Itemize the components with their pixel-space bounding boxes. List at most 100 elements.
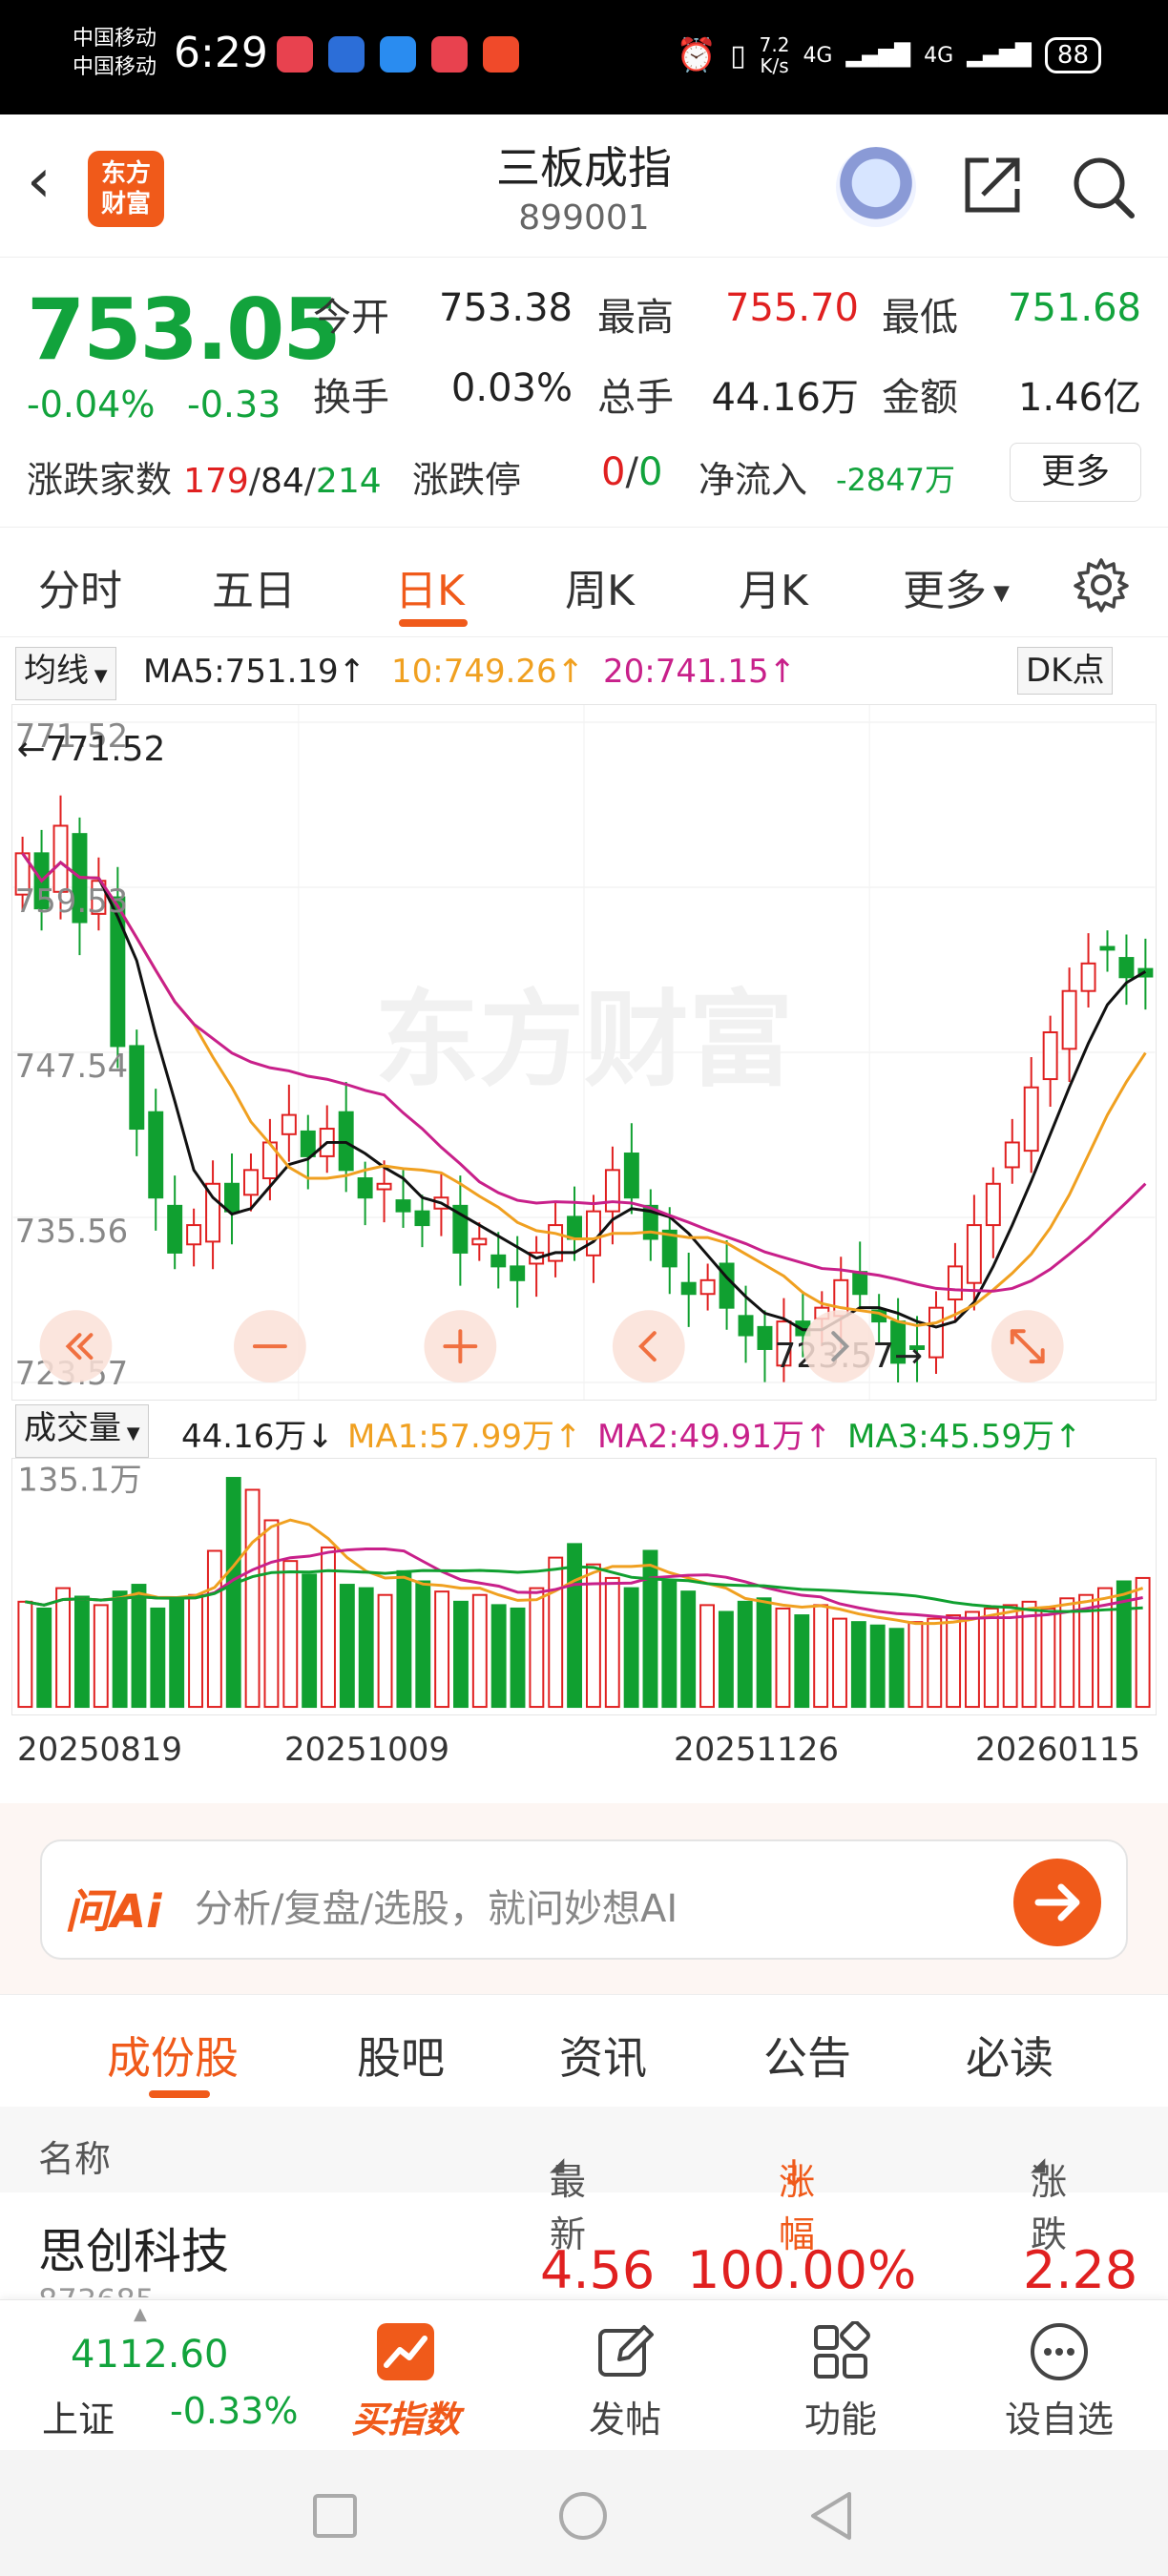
tab-monthly-k[interactable]: 月K: [739, 556, 808, 617]
shield-app-icon: [328, 36, 365, 73]
index-value[interactable]: 4112.60: [71, 2333, 228, 2377]
ai-search-box[interactable]: 问Ai 分析/复盘/选股，就问妙想AI: [40, 1839, 1128, 1960]
volume-selector[interactable]: 成交量 ▼: [15, 1404, 149, 1458]
volume-bar-up: [434, 1590, 450, 1709]
chevron-left-icon[interactable]: [612, 1310, 685, 1383]
more-button[interactable]: 更多: [1010, 443, 1141, 502]
search-icon[interactable]: [1069, 153, 1137, 221]
sort-desc-icon: ↓: [779, 2152, 809, 2194]
tab-constituents[interactable]: 成份股: [107, 2024, 239, 2087]
candle-up: [928, 1306, 944, 1359]
index-name[interactable]: 上证: [42, 2390, 115, 2442]
recent-apps-icon[interactable]: [311, 2492, 359, 2540]
tab-daily-k[interactable]: 日K: [395, 556, 465, 617]
tab-announcements[interactable]: 公告: [763, 2024, 851, 2087]
volume-bar-up: [832, 1617, 847, 1709]
expand-icon[interactable]: [991, 1310, 1064, 1383]
amount-label: 金额: [882, 376, 958, 420]
candle-down: [852, 1271, 868, 1296]
trend-up-icon: [377, 2323, 434, 2380]
volume-bar-down: [623, 1587, 639, 1709]
rewind-icon[interactable]: [39, 1310, 113, 1383]
open-value: 753.38: [439, 286, 573, 330]
change-amount: -0.33: [187, 384, 282, 426]
vol-ma2: MA2:49.91万↑: [597, 1418, 832, 1456]
candle-up: [1080, 962, 1096, 992]
index-pct[interactable]: -0.33%: [170, 2390, 298, 2432]
bottom-nav: ▲ 4112.60 上证 -0.33% 买指数 发帖 功能 设自选: [0, 2299, 1168, 2450]
huawei-app-icon: [277, 36, 313, 73]
date-label: 20251009: [284, 1731, 450, 1769]
net-speed-unit: K/s: [760, 54, 789, 77]
post-button[interactable]: 发帖: [563, 2321, 687, 2442]
volume-bar-down: [302, 1573, 318, 1709]
low-label: 最低: [882, 296, 958, 340]
tab-news[interactable]: 资讯: [559, 2024, 647, 2087]
tab-intraday[interactable]: 分时: [38, 556, 122, 617]
indicator-selector[interactable]: 均线 ▼: [15, 647, 116, 700]
vibrate-icon: ▯: [730, 38, 746, 73]
volume-bar-down: [358, 1587, 374, 1709]
function-button[interactable]: 功能: [779, 2321, 903, 2442]
zoom-out-icon[interactable]: [234, 1310, 306, 1383]
status-right: ⏰ ▯ 7.2 K/s 4G ▂▄▆█ 4G ▂▄▆█ 88: [677, 34, 1101, 76]
volume-legend-row: 成交量 ▼ 44.16万↓ MA1:57.99万↑ MA2:49.91万↑ MA…: [0, 1402, 1168, 1458]
tab-more[interactable]: 更多 ▼: [903, 556, 1010, 617]
ma5-value: MA5:751.19↑: [143, 653, 366, 691]
candle-down: [129, 1045, 145, 1131]
back-nav-icon[interactable]: [807, 2490, 855, 2542]
stock-pct: 100.00%: [687, 2240, 917, 2297]
low-value: 751.68: [1008, 286, 1141, 330]
signal-bars-icon: ▂▄▆█: [845, 43, 911, 68]
indicator-selector-label: 均线: [24, 652, 89, 690]
ma20-value: 20:741.15↑: [603, 653, 797, 691]
sort-icon: ◢: [1031, 2152, 1046, 2175]
col-name[interactable]: 名称: [38, 2129, 111, 2182]
market-breadth: 涨跌家数 179/84/214: [27, 459, 382, 501]
candle-up: [548, 1224, 564, 1262]
volume-bar-up: [813, 1604, 829, 1709]
volume-bar-up: [946, 1614, 962, 1709]
buy-index-label: 买指数: [350, 2399, 460, 2441]
alarm-icon: ⏰: [676, 36, 718, 74]
date-label: 20260115: [975, 1731, 1141, 1769]
quote-panel: 753.05 -0.04% -0.33 今开 753.38 最高 755.70 …: [0, 260, 1168, 527]
inflow-label: 净流入: [699, 459, 808, 501]
ai-submit-button[interactable]: [1013, 1859, 1101, 1946]
carrier-1: 中国移动: [73, 27, 157, 51]
tab-five-day[interactable]: 五日: [212, 556, 296, 617]
zoom-in-icon[interactable]: [424, 1310, 497, 1383]
carrier-2: 中国移动: [73, 55, 157, 79]
turnover-label: 换手: [313, 376, 389, 420]
header: ‹ 东方 财富 三板成指 899001: [0, 114, 1168, 258]
open-label: 今开: [313, 296, 389, 340]
chevron-right-icon[interactable]: [803, 1310, 876, 1383]
volume-bar-down: [415, 1580, 431, 1709]
volume-bar-up: [775, 1607, 791, 1709]
volume-bar-up: [1002, 1604, 1018, 1709]
content-tabs: 成份股 股吧 资讯 公告 必读: [0, 1994, 1168, 2107]
share-icon[interactable]: [960, 153, 1025, 218]
candle-up: [1023, 1086, 1039, 1153]
candle-down: [357, 1176, 373, 1199]
volume-selector-label: 成交量: [24, 1409, 121, 1447]
table-row[interactable]: 思创科技 873685 4.56 100.00% 2.28: [0, 2192, 1168, 2297]
volume-bar-down: [453, 1600, 469, 1709]
dk-point-button[interactable]: DK点: [1017, 647, 1114, 695]
tab-underline: [149, 2090, 210, 2098]
volume-bar-up: [604, 1576, 620, 1709]
tab-weekly-k[interactable]: 周K: [565, 556, 635, 617]
tab-must-read[interactable]: 必读: [966, 2024, 1053, 2087]
candle-down: [167, 1204, 183, 1254]
volume-bar-up: [17, 1600, 33, 1709]
buy-index-button[interactable]: 买指数: [344, 2321, 468, 2442]
x-axis-dates: 20250819 20251009 20251126 20260115: [0, 1723, 1168, 1776]
add-watchlist-button[interactable]: 设自选: [992, 2321, 1126, 2442]
home-icon[interactable]: [557, 2490, 609, 2542]
candle-down: [510, 1265, 526, 1281]
tab-forum[interactable]: 股吧: [357, 2024, 445, 2087]
volume-chart[interactable]: 135.1万: [11, 1458, 1157, 1715]
gear-icon[interactable]: [1073, 556, 1130, 613]
candlestick-chart[interactable]: 东方财富771.52759.53747.54735.56723.57←771.5…: [11, 704, 1157, 1401]
robot-assistant-icon[interactable]: [836, 147, 916, 227]
